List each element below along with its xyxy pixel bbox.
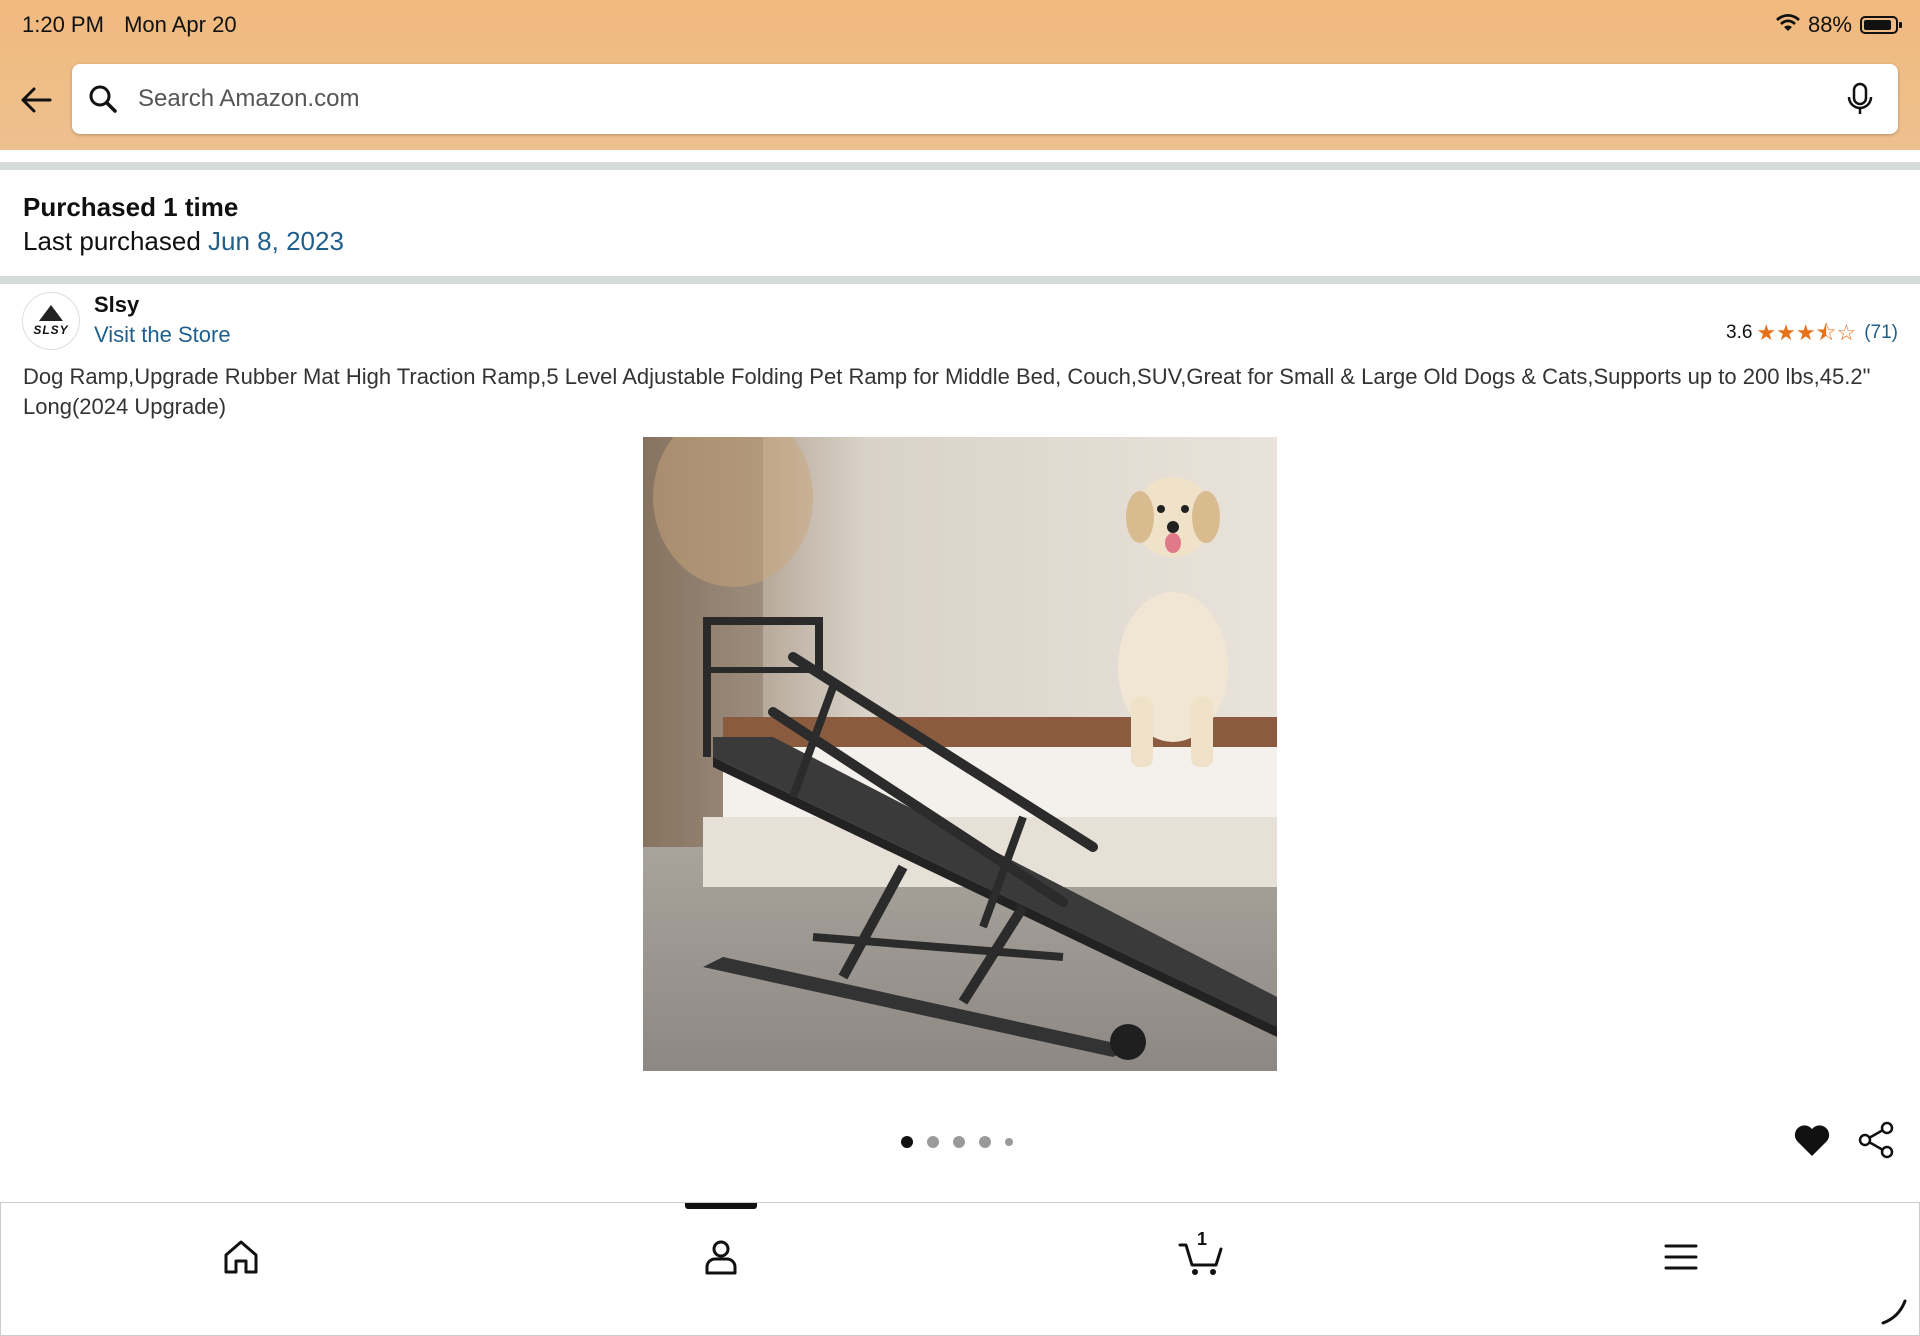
brand-logo-text: SLSY <box>33 323 69 337</box>
top-bar: 1:20 PM Mon Apr 20 88% <box>0 0 1920 150</box>
section-divider <box>0 276 1920 284</box>
search-icon <box>86 82 120 116</box>
battery-icon <box>1860 16 1902 34</box>
battery-percent: 88% <box>1807 12 1852 37</box>
menu-icon <box>1664 1244 1698 1270</box>
last-purchased-date-link[interactable]: Jun 8, 2023 <box>208 226 344 256</box>
share-icon[interactable] <box>1856 1120 1896 1160</box>
search-input[interactable] <box>136 84 1840 114</box>
carousel-dots[interactable] <box>901 1136 1013 1148</box>
status-date: Mon Apr 20 <box>124 12 237 37</box>
bottom-navigation: 1 <box>0 1202 1920 1336</box>
product-image[interactable] <box>643 437 1277 1071</box>
carousel-dot[interactable] <box>901 1136 913 1148</box>
cart-count-badge: 1 <box>1197 1229 1208 1249</box>
brand-name: Slsy <box>94 292 140 317</box>
wishlist-heart-icon[interactable] <box>1792 1120 1832 1160</box>
active-tab-indicator <box>685 1203 757 1209</box>
rating-count-link[interactable]: (71) <box>1864 322 1898 344</box>
brand-logo[interactable]: SLSY <box>22 292 80 350</box>
purchase-count: Purchased 1 time <box>23 192 239 222</box>
visit-store-link[interactable]: Visit the Store <box>94 322 231 348</box>
home-tab[interactable] <box>211 1227 271 1287</box>
microphone-icon[interactable] <box>1840 79 1880 119</box>
star-full-icon: ★ <box>1776 320 1796 345</box>
rating-value: 3.6 <box>1726 322 1753 343</box>
account-icon <box>705 1240 737 1275</box>
star-full-icon: ★ <box>1756 320 1777 345</box>
purchase-history: Purchased 1 time Last purchased Jun 8, 2… <box>23 190 344 258</box>
status-bar: 1:20 PM Mon Apr 20 88% <box>22 12 1902 42</box>
back-button[interactable] <box>14 78 58 122</box>
status-time: 1:20 PM <box>22 12 104 37</box>
wifi-icon <box>1775 12 1800 38</box>
cart-tab[interactable]: 1 <box>1171 1227 1231 1287</box>
carousel-dot[interactable] <box>979 1136 991 1148</box>
star-rating: ★ ★ ★ ⯪ ☆ <box>1756 322 1856 344</box>
brand-logo-mark-icon <box>39 305 63 321</box>
rating-summary[interactable]: 3.6 ★ ★ ★ ⯪ ☆ (71) <box>1726 322 1898 344</box>
resize-handle-icon[interactable] <box>1879 1297 1909 1327</box>
search-bar[interactable] <box>72 64 1898 134</box>
menu-tab[interactable] <box>1651 1227 1711 1287</box>
carousel-dot[interactable] <box>927 1136 939 1148</box>
carousel-dot[interactable] <box>1005 1138 1013 1146</box>
brand-row: SLSY Slsy Visit the Store 3.6 ★ ★ ★ ⯪ ☆ … <box>22 292 1898 352</box>
star-empty-icon: ☆ <box>1836 320 1857 345</box>
product-title: Dog Ramp,Upgrade Rubber Mat High Tractio… <box>23 364 1871 419</box>
back-arrow-icon <box>21 87 52 113</box>
home-icon <box>224 1240 258 1274</box>
section-divider <box>0 162 1920 170</box>
star-half-icon: ⯪ <box>1815 320 1837 345</box>
last-purchased-label: Last purchased <box>23 226 201 256</box>
account-tab[interactable] <box>691 1227 751 1287</box>
star-full-icon: ★ <box>1795 320 1816 345</box>
carousel-dot[interactable] <box>953 1136 965 1148</box>
